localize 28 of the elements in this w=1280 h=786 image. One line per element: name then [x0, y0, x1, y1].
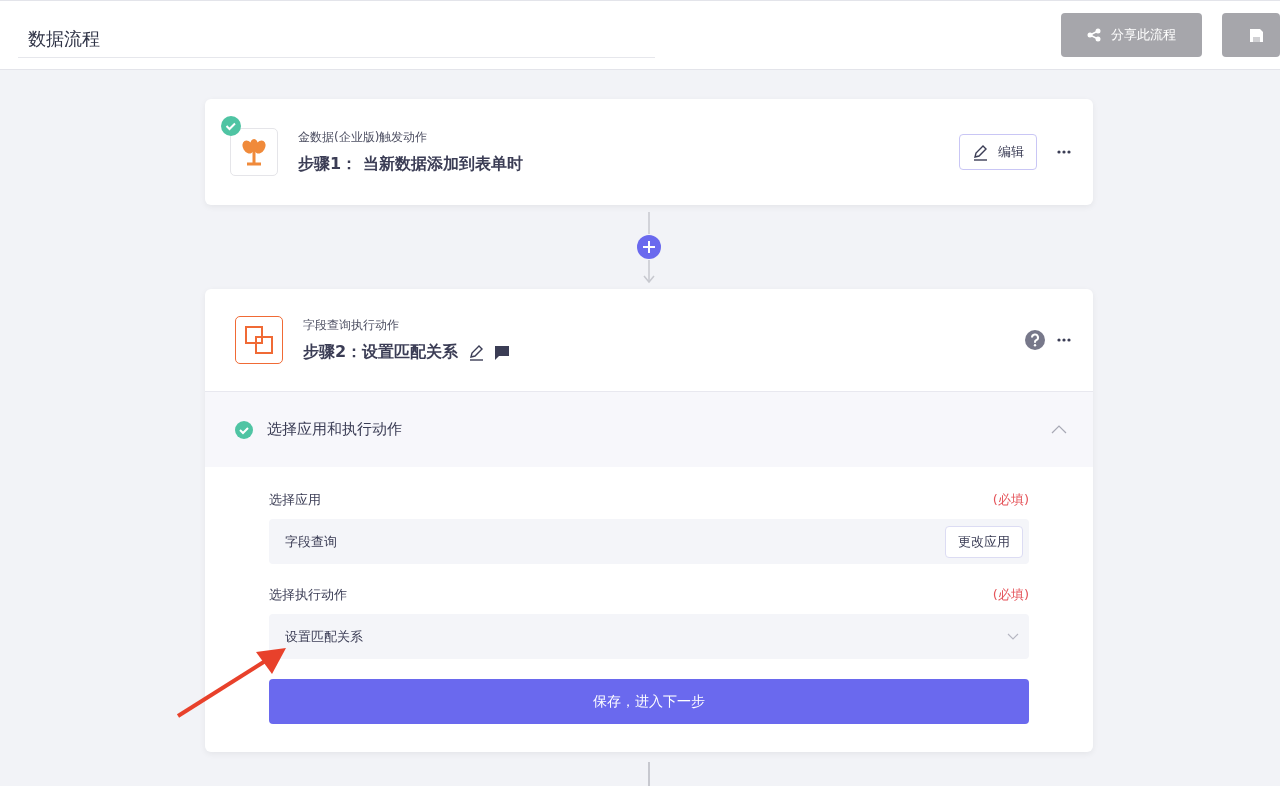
step-app-label: 字段查询执行动作 — [303, 317, 400, 334]
connector-add-drawing[interactable] — [635, 212, 663, 284]
section-header[interactable]: 选择应用和执行动作 — [205, 392, 1093, 467]
required-note: (必填) — [992, 586, 1029, 604]
field-label: 选择应用 — [269, 491, 321, 509]
step-title: 步骤1： 当新数据添加到表单时 — [298, 154, 523, 175]
more-icon[interactable] — [1057, 150, 1071, 154]
required-note: (必填) — [992, 491, 1029, 509]
comment-icon[interactable] — [494, 344, 511, 361]
change-app-button[interactable]: 更改应用 — [945, 525, 1023, 558]
field-label: 选择执行动作 — [269, 586, 347, 604]
step-app-label: 金数据(企业版)触发动作 — [298, 129, 429, 146]
edit-button[interactable]: 编辑 — [959, 134, 1037, 170]
save-next-button[interactable]: 保存，进入下一步 — [269, 679, 1029, 724]
chevron-down-icon — [1007, 633, 1019, 640]
step-title: 步骤2：设置匹配关系 — [303, 342, 459, 363]
overlapping-squares-icon — [244, 325, 274, 355]
pencil-icon[interactable] — [468, 344, 485, 361]
more-icon[interactable] — [1057, 338, 1071, 342]
app-field[interactable]: 字段查询 更改应用 — [269, 519, 1029, 564]
help-icon[interactable] — [1025, 330, 1045, 350]
tree-icon — [241, 138, 267, 166]
flow-title[interactable]: 数据流程 — [18, 26, 655, 58]
action-select[interactable]: 设置匹配关系 — [269, 614, 1029, 659]
share-icon — [1087, 28, 1101, 42]
floppy-icon — [1250, 28, 1263, 42]
section-title: 选择应用和执行动作 — [267, 420, 403, 439]
pencil-icon — [972, 143, 988, 161]
